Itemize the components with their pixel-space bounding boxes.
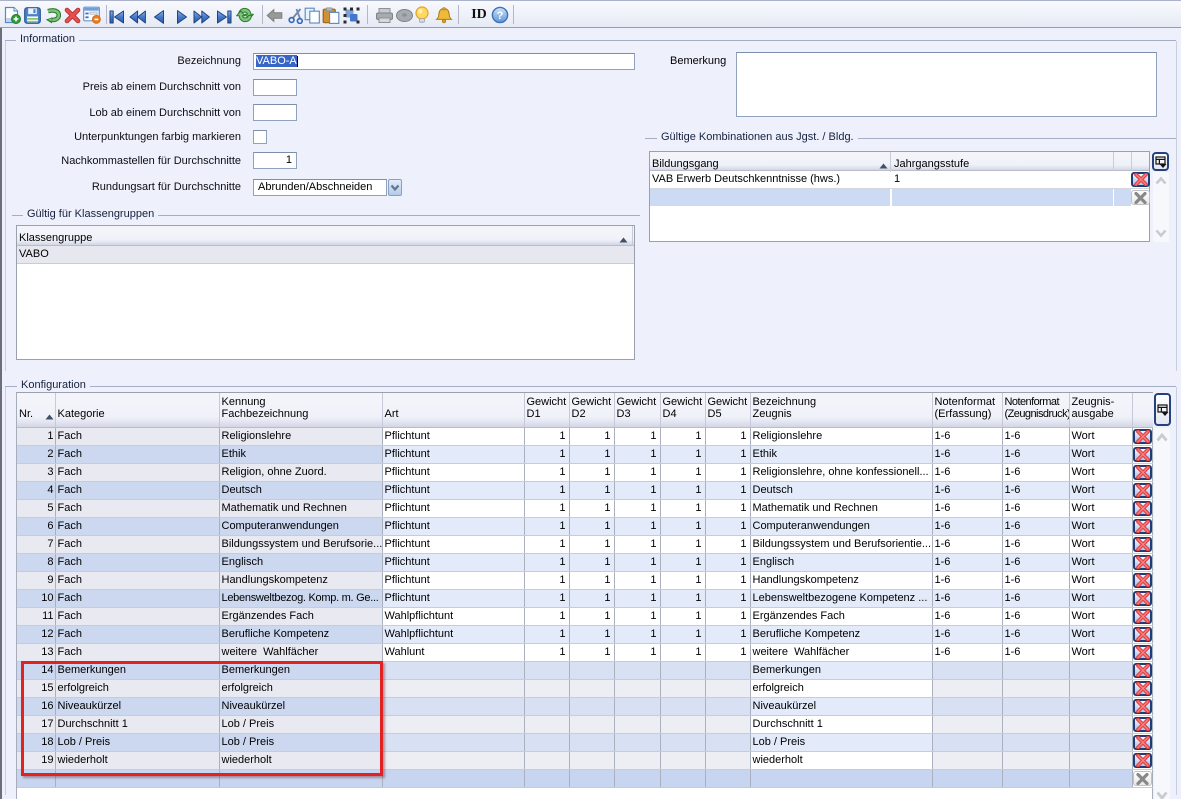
svg-text:?: ? bbox=[497, 10, 504, 22]
